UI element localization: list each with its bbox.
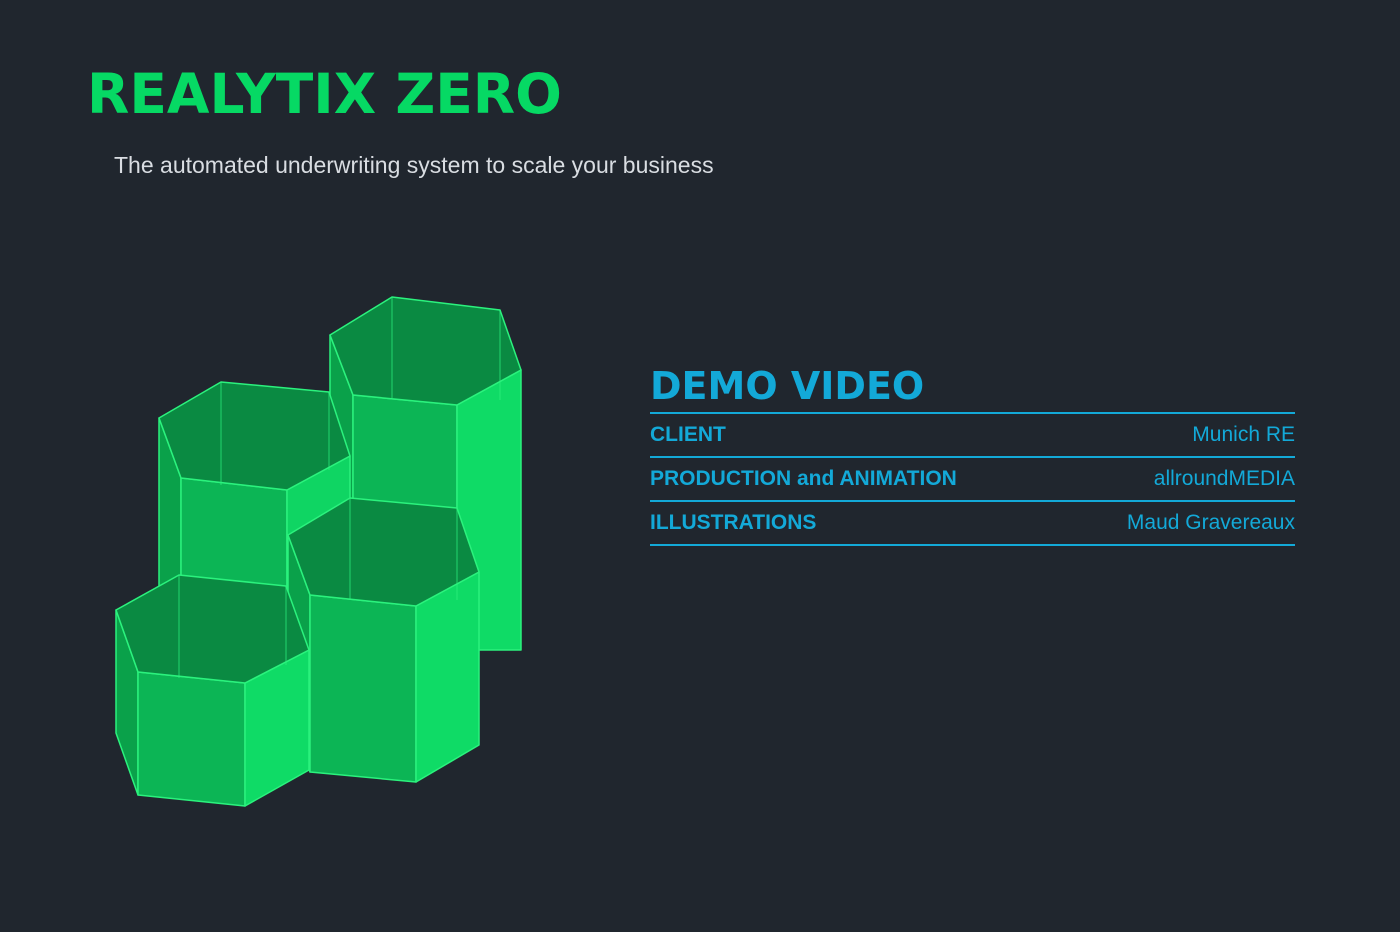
page-subtitle: The automated underwriting system to sca… <box>114 152 714 178</box>
prism-front-right <box>287 497 480 783</box>
credit-value: Maud Gravereaux <box>1126 511 1295 534</box>
hexagonal-prisms-icon <box>115 296 522 807</box>
credit-row-production: PRODUCTION and ANIMATION allroundMEDIA <box>650 458 1295 502</box>
credits-panel: DEMO VIDEO CLIENT Munich RE PRODUCTION a… <box>650 360 1295 546</box>
credit-row-client: CLIENT Munich RE <box>650 414 1295 458</box>
credit-label: PRODUCTION and ANIMATION <box>650 467 957 490</box>
credit-label: CLIENT <box>650 423 726 446</box>
credits-heading: DEMO VIDEO <box>650 364 925 408</box>
credit-value: Munich RE <box>1192 423 1295 446</box>
credit-row-illustrations: ILLUSTRATIONS Maud Gravereaux <box>650 502 1295 546</box>
prism-front-left <box>115 574 310 807</box>
page-title: REALYTIX ZERO <box>87 62 562 126</box>
credit-label: ILLUSTRATIONS <box>650 511 817 534</box>
credit-value: allroundMEDIA <box>1153 467 1295 490</box>
